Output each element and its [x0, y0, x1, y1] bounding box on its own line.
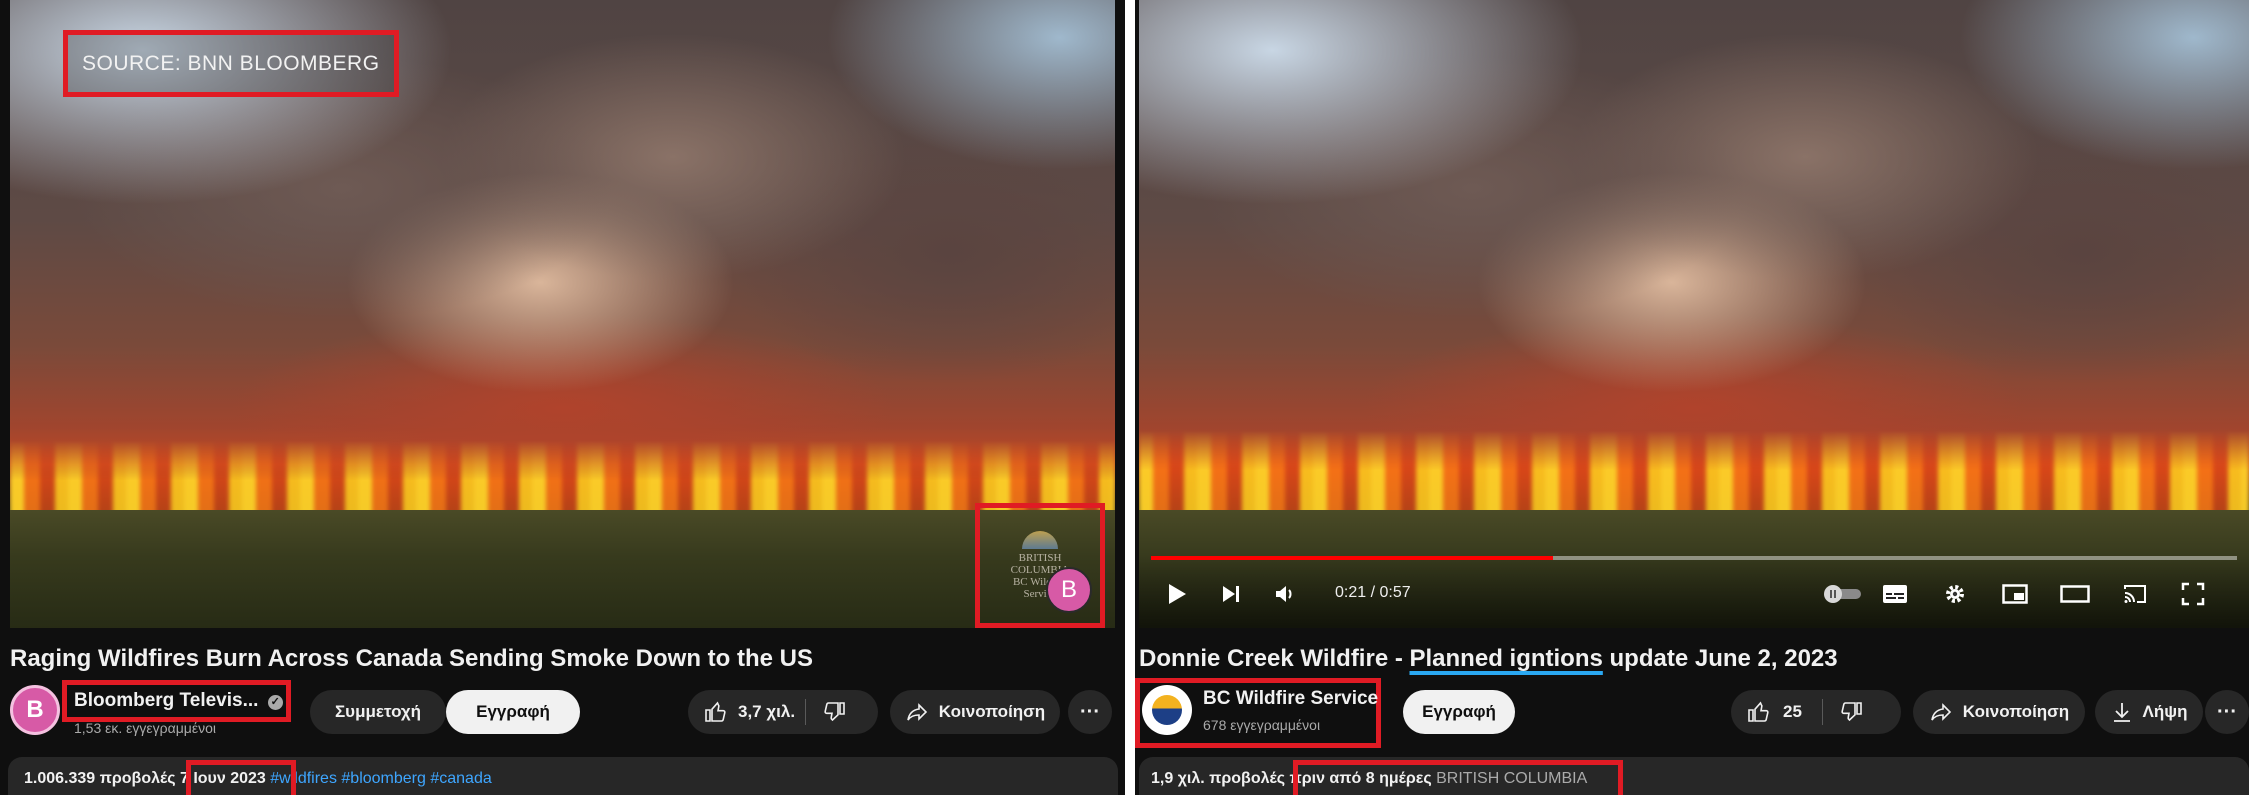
share-label: Κοινοποίηση — [938, 702, 1046, 721]
player-controls-bar: 0:21 / 0:57 — [1139, 556, 2249, 628]
source-overlay-annotation: SOURCE: BNN BLOOMBERG — [63, 30, 399, 97]
join-button[interactable]: Συμμετοχή — [310, 690, 446, 734]
thumbs-down-icon — [824, 702, 845, 722]
bc-wildfire-logo-icon — [1152, 695, 1182, 725]
theater-mode-button[interactable] — [2057, 576, 2093, 612]
like-separator — [805, 699, 807, 725]
video-player[interactable]: SOURCE: BNN BLOOMBERG BRITISH COLUMBIA B… — [10, 0, 1115, 628]
video-frame-forest — [10, 510, 1115, 628]
cast-icon — [2124, 585, 2146, 603]
watermark-annotation: BRITISH COLUMBIA BC Wildfire Service B — [975, 503, 1105, 628]
like-dislike-group: 3,7 χιλ. — [688, 690, 878, 734]
theater-icon — [2060, 585, 2090, 603]
dislike-button[interactable] — [1833, 700, 1863, 724]
channel-name[interactable]: BC Wildfire Service — [1203, 688, 1378, 710]
video-title: Donnie Creek Wildfire - Planned igntions… — [1139, 645, 1838, 673]
subscriber-count: 1,53 εκ. εγγεγραμμένοι — [74, 720, 216, 736]
share-icon — [1930, 703, 1951, 721]
like-button[interactable]: 3,7 χιλ. — [704, 700, 795, 724]
volume-icon — [1276, 586, 1292, 602]
fullscreen-button[interactable] — [2175, 576, 2211, 612]
verified-icon: ✓ — [267, 695, 283, 710]
play-button[interactable] — [1159, 576, 1195, 612]
video-title-highlight: Planned igntions — [1409, 645, 1603, 672]
channel-name-text: Bloomberg Televis... — [74, 690, 259, 711]
download-icon — [2113, 703, 2130, 722]
right-video-page: 0:21 / 0:57 Donnie Creek Wildfire - Plan… — [1135, 0, 2249, 795]
share-button[interactable]: Κοινοποίηση — [890, 690, 1060, 734]
time-display: 0:21 / 0:57 — [1335, 584, 1411, 601]
like-count: 3,7 χιλ. — [738, 702, 796, 721]
settings-button[interactable] — [1937, 576, 1973, 612]
share-label: Κοινοποίηση — [1962, 702, 2070, 721]
next-icon — [1223, 586, 1239, 602]
bloomberg-badge-icon: B — [1046, 567, 1092, 613]
download-button[interactable]: Λήψη — [2095, 690, 2203, 734]
download-label: Λήψη — [2142, 702, 2188, 721]
hashtag-canada[interactable]: #canada — [430, 770, 491, 787]
source-overlay-text: SOURCE: BNN BLOOMBERG — [82, 51, 380, 75]
dislike-button[interactable] — [816, 700, 846, 724]
mute-button[interactable] — [1267, 576, 1303, 612]
channel-name[interactable]: Bloomberg Televis... ✓ — [74, 690, 283, 712]
more-actions-button[interactable]: ··· — [2205, 690, 2249, 734]
upload-date-annotation — [186, 760, 296, 795]
fullscreen-icon — [2181, 582, 2205, 606]
subscribe-button[interactable]: Εγγραφή — [1403, 690, 1515, 734]
like-separator — [1821, 699, 1823, 725]
progress-bar[interactable] — [1151, 556, 2237, 560]
progress-played — [1151, 556, 1553, 560]
subtitles-button[interactable] — [1877, 576, 1913, 612]
thumbs-down-icon — [1841, 702, 1862, 722]
share-icon — [906, 703, 927, 721]
share-button[interactable]: Κοινοποίηση — [1913, 690, 2085, 734]
like-dislike-group: 25 — [1731, 690, 1901, 734]
description-box[interactable]: 1.006.339 προβολές 7 Ιουν 2023 #wildfire… — [8, 757, 1118, 795]
left-video-page: SOURCE: BNN BLOOMBERG BRITISH COLUMBIA B… — [0, 0, 1125, 795]
subscriber-count: 678 εγγεγραμμένοι — [1203, 717, 1321, 733]
miniplayer-button[interactable] — [1997, 576, 2033, 612]
thumbs-up-icon — [705, 701, 726, 722]
like-count: 25 — [1783, 702, 1802, 721]
avatar-letter: B — [26, 696, 44, 723]
play-icon — [1169, 584, 1186, 604]
video-frame-flames — [1139, 430, 2249, 520]
channel-avatar[interactable] — [1142, 685, 1192, 735]
video-title: Raging Wildfires Burn Across Canada Send… — [10, 645, 813, 672]
thumbs-up-icon — [1748, 701, 1769, 722]
video-title-part-2: update June 2, 2023 — [1602, 645, 1838, 672]
miniplayer-icon — [2002, 584, 2028, 604]
panel-divider — [1125, 0, 1135, 795]
next-button[interactable] — [1213, 576, 1249, 612]
hashtag-bloomberg[interactable]: #bloomberg — [341, 770, 426, 787]
video-title-part-1: Donnie Creek Wildfire - — [1139, 645, 1410, 672]
subscribe-button[interactable]: Εγγραφή — [446, 690, 580, 734]
autoplay-toggle[interactable] — [1819, 576, 1867, 612]
like-button[interactable]: 25 — [1747, 700, 1802, 724]
subtitles-icon — [1883, 585, 1907, 603]
upload-date-annotation — [1293, 760, 1623, 795]
cast-button[interactable] — [2117, 576, 2153, 612]
view-count: 1,9 χιλ. προβολές — [1151, 770, 1286, 787]
bc-sun-icon — [1022, 531, 1058, 549]
autoplay-toggle-icon — [1824, 585, 1861, 603]
more-actions-button[interactable]: ··· — [1068, 690, 1112, 734]
channel-avatar[interactable]: B — [10, 685, 60, 735]
video-player[interactable]: 0:21 / 0:57 — [1139, 0, 2249, 628]
view-count: 1.006.339 προβολές — [24, 770, 176, 787]
gear-icon — [1946, 585, 1964, 603]
